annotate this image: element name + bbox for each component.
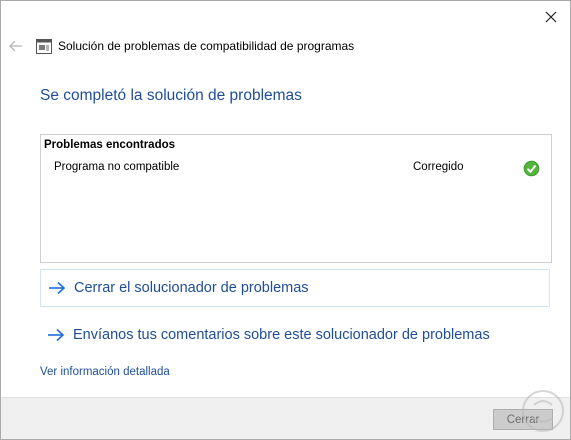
nav-bar: Solución de problemas de compatibilidad …	[8, 36, 354, 56]
problems-header: Problemas encontrados	[44, 139, 176, 151]
window-close-button[interactable]	[536, 5, 566, 29]
problem-status: Corregido	[413, 161, 464, 173]
problems-found-panel: Problemas encontrados Programa no compat…	[40, 134, 552, 263]
arrow-right-icon	[49, 281, 66, 295]
send-feedback-link[interactable]: Envíanos tus comentarios sobre este solu…	[40, 316, 550, 354]
troubleshooter-app-icon	[36, 38, 52, 54]
footer-bar: Cerrar	[1, 397, 570, 439]
watermark-logo-icon	[522, 390, 564, 432]
problem-name: Programa no compatible	[54, 161, 180, 173]
arrow-right-icon	[48, 328, 65, 342]
troubleshooter-window: Solución de problemas de compatibilidad …	[0, 0, 571, 440]
view-details-link[interactable]: Ver información detallada	[40, 366, 170, 378]
window-title: Solución de problemas de compatibilidad …	[58, 39, 355, 53]
check-icon	[523, 160, 540, 177]
page-title: Se completó la solución de problemas	[40, 87, 302, 104]
close-troubleshooter-link[interactable]: Cerrar el solucionador de problemas	[40, 269, 550, 307]
close-troubleshooter-label: Cerrar el solucionador de problemas	[74, 280, 309, 296]
back-arrow-icon	[9, 40, 22, 52]
back-button[interactable]	[8, 38, 24, 54]
send-feedback-label: Envíanos tus comentarios sobre este solu…	[73, 327, 490, 343]
close-icon	[545, 11, 557, 23]
problem-row: Programa no compatible Corregido	[41, 160, 551, 178]
